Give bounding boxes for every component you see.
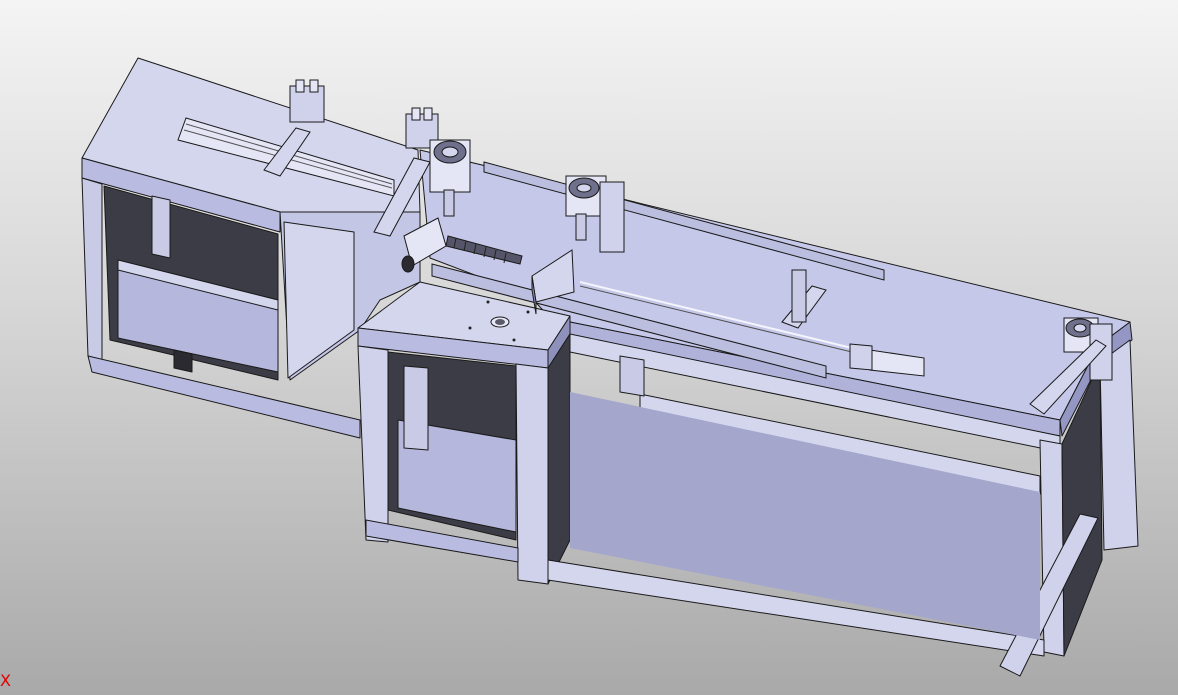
spindle-hole-inner — [495, 319, 505, 325]
left-leg-outer — [81, 177, 103, 361]
center-frame-section[interactable] — [357, 281, 571, 585]
left-frame-post — [173, 349, 193, 373]
center-side-leg — [547, 333, 571, 585]
cylinder-1-body — [289, 85, 325, 123]
left-frame-bottom-rail — [87, 355, 361, 439]
center-inner-post — [403, 365, 429, 451]
cad-3d-viewport[interactable]: X — [0, 0, 1178, 695]
center-front-left-leg — [357, 345, 389, 543]
right-back-post — [619, 355, 645, 397]
axis-x-label: X — [0, 671, 11, 690]
machine-frame-model[interactable] — [0, 0, 1178, 695]
left-frame-back-leg — [151, 195, 171, 259]
center-front-right-leg — [515, 363, 549, 585]
